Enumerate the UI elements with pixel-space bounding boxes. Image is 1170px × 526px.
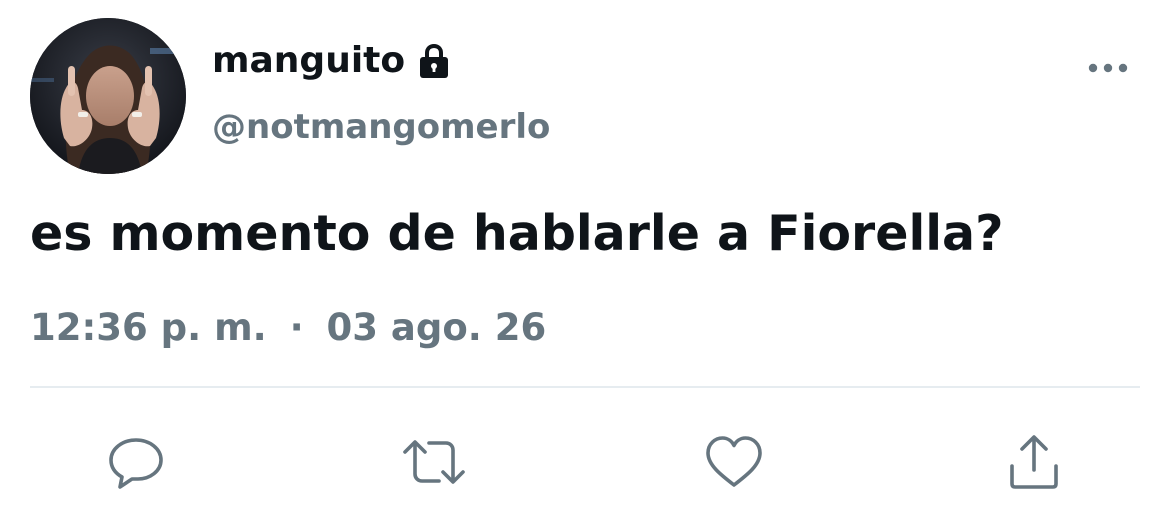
like-button[interactable] (702, 430, 766, 494)
retweet-icon (401, 432, 467, 492)
reply-button[interactable] (104, 430, 168, 494)
meta-separator: · (289, 306, 304, 349)
author-name-row: manguito (212, 36, 453, 86)
reply-icon (106, 432, 166, 492)
share-button[interactable] (1002, 430, 1066, 494)
retweet-button[interactable] (402, 430, 466, 494)
share-icon (1004, 432, 1064, 492)
tweet-card: manguito @notmangomerlo es momento de ha… (0, 0, 1170, 526)
divider (30, 386, 1140, 388)
tweet-date: 03 ago. 26 (326, 306, 547, 349)
tweet-timestamp[interactable]: 12:36 p. m. · 03 ago. 26 (30, 304, 546, 352)
tweet-text: es momento de hablarle a Fiorella? (30, 205, 1004, 262)
lock-icon (415, 42, 453, 80)
heart-icon (703, 432, 765, 492)
avatar[interactable] (30, 18, 186, 174)
tweet-time: 12:36 p. m. (30, 306, 267, 349)
display-name[interactable]: manguito (212, 36, 405, 86)
more-icon[interactable] (1086, 58, 1130, 78)
avatar-photo (30, 18, 186, 174)
author-handle[interactable]: @notmangomerlo (212, 104, 550, 150)
